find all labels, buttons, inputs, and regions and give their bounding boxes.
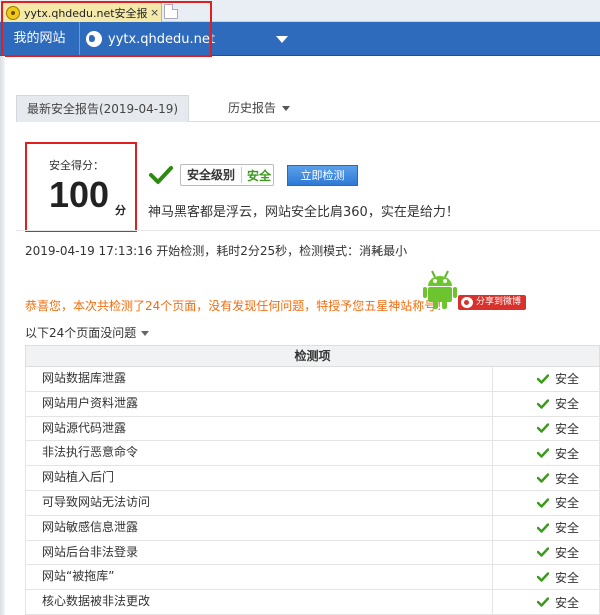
check-item-status: 安全 xyxy=(493,441,599,465)
score-box: 安全得分： 100 分 xyxy=(25,142,137,232)
check-icon xyxy=(537,448,549,458)
slogan-text: 神马黑客都是浮云，网站安全比肩360，实在是给力！ xyxy=(148,205,459,220)
table-row: 网站敏感信息泄露 安全 xyxy=(25,515,600,541)
caret-left-icon[interactable] xyxy=(375,247,380,255)
status-label: 安全 xyxy=(555,372,580,387)
chevron-down-icon xyxy=(141,331,150,336)
check-item-name: 网站植入后门 xyxy=(26,466,493,490)
share-weibo-button[interactable]: 分享到微博 xyxy=(458,295,526,310)
scan-info: 2019-04-19 17:13:16 开始检测，耗时2分25秒，检测模式：消耗… xyxy=(25,244,408,258)
table-row: 网站后台非法登录 安全 xyxy=(25,540,600,566)
status-label: 安全 xyxy=(555,570,580,585)
check-item-name: 核心数据被非法更改 xyxy=(26,590,493,614)
table-row: 网站“被拖库” 安全 xyxy=(25,565,600,591)
check-item-status: 安全 xyxy=(493,541,599,565)
table-row: 可导致网站无法访问 安全 xyxy=(25,490,600,516)
highlight-box xyxy=(1,1,212,57)
table-row: 网站源代码泄露 安全 xyxy=(25,416,600,442)
status-label: 安全 xyxy=(555,496,580,511)
check-item-status: 安全 xyxy=(493,491,599,515)
chevron-down-icon xyxy=(282,106,291,111)
security-level-label: 安全级别 xyxy=(181,167,243,183)
score-label: 安全得分： xyxy=(49,159,104,172)
status-label: 安全 xyxy=(555,521,580,536)
score-unit: 分 xyxy=(115,204,126,217)
check-icon xyxy=(537,374,549,384)
congrats-message: 恭喜您，本次共检测了24个页面，没有发现任何问题，特授予您五星神站称号！ xyxy=(25,299,449,313)
check-item-name: 网站“被拖库” xyxy=(26,565,493,590)
table-header: 检测项 xyxy=(25,345,600,367)
scan-now-button[interactable]: 立即检测 xyxy=(287,165,358,186)
check-icon xyxy=(537,547,549,558)
check-item-name: 网站用户资料泄露 xyxy=(26,391,493,416)
status-label: 安全 xyxy=(555,421,580,436)
status-label: 安全 xyxy=(555,446,580,461)
check-icon xyxy=(537,498,549,508)
table-body: 网站数据库泄露 安全 网站用户资料泄露 安全 网站源代码泄露 安全 非法执行恶意命令 安全 网站… xyxy=(25,367,600,615)
page-edge xyxy=(0,56,5,615)
check-item-status: 安全 xyxy=(493,367,599,391)
check-icon xyxy=(537,572,549,582)
tab-latest-report[interactable]: 最新安全报告(2019-04-19) xyxy=(16,95,189,122)
check-icon xyxy=(537,597,549,607)
check-item-name: 网站源代码泄露 xyxy=(26,416,493,441)
check-item-status: 安全 xyxy=(493,417,599,441)
no-issues-toggle[interactable]: 以下24个页面没问题 xyxy=(25,324,150,341)
divider xyxy=(16,230,600,231)
check-icon xyxy=(537,522,549,533)
check-item-status: 安全 xyxy=(493,392,599,416)
tab-history-label: 历史报告 xyxy=(228,101,277,115)
check-item-status: 安全 xyxy=(493,565,599,589)
check-item-name: 网站敏感信息泄露 xyxy=(26,515,493,540)
no-issues-label: 以下24个页面没问题 xyxy=(25,326,137,340)
table-row: 网站数据库泄露 安全 xyxy=(25,367,600,392)
android-mascot-icon xyxy=(423,270,457,309)
tab-history-report[interactable]: 历史报告 xyxy=(228,95,291,122)
share-weibo-label: 分享到微博 xyxy=(476,297,522,307)
check-item-status: 安全 xyxy=(493,466,599,490)
table-row: 网站用户资料泄露 安全 xyxy=(25,391,600,417)
check-item-status: 安全 xyxy=(493,516,599,540)
status-label: 安全 xyxy=(555,545,580,560)
check-items-table: 检测项 网站数据库泄露 安全 网站用户资料泄露 安全 网站源代码泄露 安全 非法执行恶意命令… xyxy=(25,345,600,615)
check-item-name: 非法执行恶意命令 xyxy=(26,441,493,466)
score-value: 100 xyxy=(49,174,110,215)
status-label: 安全 xyxy=(555,397,580,412)
check-icon xyxy=(537,423,549,434)
security-level-value: 安全 xyxy=(247,168,272,183)
chevron-down-icon[interactable] xyxy=(276,36,288,43)
check-item-name: 网站后台非法登录 xyxy=(26,540,493,565)
check-icon xyxy=(537,398,549,409)
table-row: 非法执行恶意命令 安全 xyxy=(25,441,600,467)
status-label: 安全 xyxy=(555,471,580,486)
security-level-badge: 安全级别 安全 xyxy=(180,164,274,186)
table-row: 网站植入后门 安全 xyxy=(25,466,600,491)
table-row: 核心数据被非法更改 安全 xyxy=(25,590,600,615)
check-icon xyxy=(149,166,173,184)
check-item-name: 网站数据库泄露 xyxy=(26,367,493,391)
report-tabs: 最新安全报告(2019-04-19) 历史报告 xyxy=(16,95,600,122)
check-item-name: 可导致网站无法访问 xyxy=(26,490,493,515)
check-item-status: 安全 xyxy=(493,590,599,614)
weibo-icon xyxy=(461,297,473,308)
check-icon xyxy=(537,473,549,483)
status-label: 安全 xyxy=(555,595,580,610)
